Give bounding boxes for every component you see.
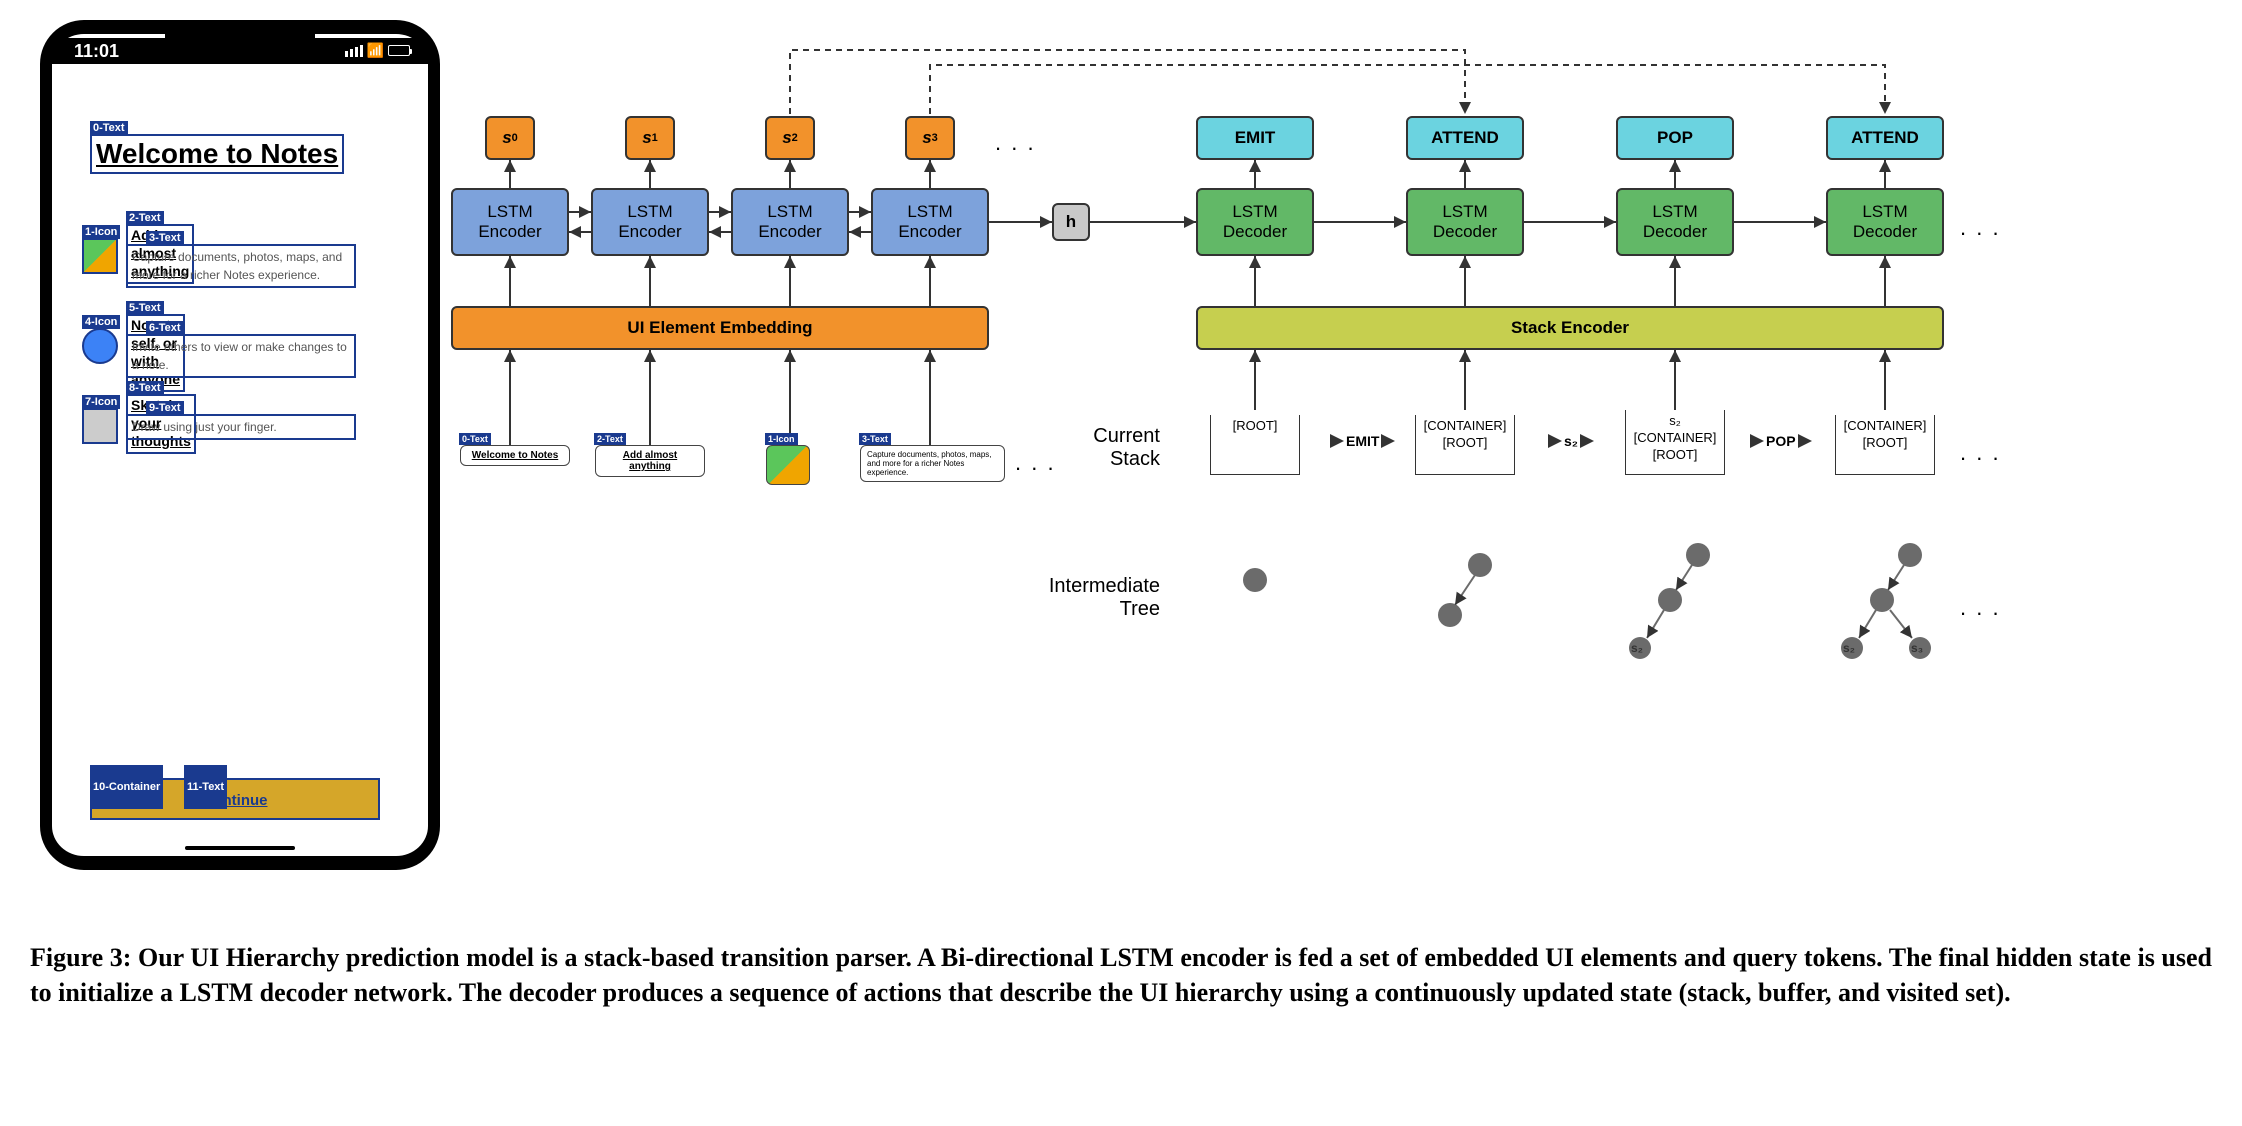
ellipsis: . . . xyxy=(995,130,1036,156)
decoder-action-1: ATTEND xyxy=(1406,116,1524,160)
stack-0: [ROOT] xyxy=(1210,415,1300,475)
annotation-tag: 2-Text xyxy=(126,211,164,225)
phone-content: 0-Text Welcome to Notes 1-Icon 2-Text Ad… xyxy=(52,74,428,856)
annotation-tag: 6-Text xyxy=(146,321,184,335)
hidden-state-h: h xyxy=(1052,203,1090,241)
s-token-1: s1 xyxy=(625,116,675,160)
signal-icon xyxy=(345,45,363,57)
figure-container: 11:01 📶 0-Text Welcome to Notes 1-Icon xyxy=(20,20,2222,920)
annotation-tag: 0-Text xyxy=(90,121,128,135)
stack-3: [ROOT] [CONTAINER] xyxy=(1835,415,1935,475)
annotation-tag: 9-Text xyxy=(146,401,184,415)
stack-transition-0: EMIT xyxy=(1330,433,1395,449)
annotation-tag: 11-Text xyxy=(184,765,227,809)
status-time: 11:01 xyxy=(74,41,119,62)
s-token-3: s3 xyxy=(905,116,955,160)
s-token-2: s2 xyxy=(765,116,815,160)
ui-element-embedding: UI Element Embedding xyxy=(451,306,989,350)
svg-text:s₃: s₃ xyxy=(1911,641,1923,655)
stack-2: [ROOT] [CONTAINER] s₂ xyxy=(1625,410,1725,475)
diagram-arrows: s₂ s₂ s₃ xyxy=(440,20,2222,920)
stack-1: [ROOT] [CONTAINER] xyxy=(1415,415,1515,475)
wifi-icon: 📶 xyxy=(367,42,384,59)
status-right-icons: 📶 xyxy=(345,42,410,59)
encoder-input-2: 1-Icon xyxy=(766,445,810,485)
lstm-encoder-1: LSTM Encoder xyxy=(591,188,709,256)
svg-text:s₂: s₂ xyxy=(1631,641,1643,655)
lstm-encoder-2: LSTM Encoder xyxy=(731,188,849,256)
lstm-decoder-3: LSTM Decoder xyxy=(1826,188,1944,256)
phone-title: Welcome to Notes xyxy=(96,138,338,169)
lstm-decoder-1: LSTM Decoder xyxy=(1406,188,1524,256)
annotation-tag: 0-Text xyxy=(459,433,491,445)
label-intermediate-tree: Intermediate Tree xyxy=(1010,575,1160,621)
encoder-input-3: 3-Text Capture documents, photos, maps, … xyxy=(860,445,1005,482)
ellipsis: . . . xyxy=(1960,440,2001,466)
annotation-icon-2: 4-Icon xyxy=(82,328,118,364)
lstm-decoder-0: LSTM Decoder xyxy=(1196,188,1314,256)
ellipsis: . . . xyxy=(1960,215,2001,241)
ellipsis: . . . xyxy=(1960,595,2001,621)
encoder-input-1: 2-Text Add almost anything xyxy=(595,445,705,477)
s-token-0: s0 xyxy=(485,116,535,160)
encoder-input-0: 0-Text Welcome to Notes xyxy=(460,445,570,466)
architecture-diagram: s₂ s₂ s₃ s0 s1 s2 s3 xyxy=(440,20,2222,920)
decoder-action-0: EMIT xyxy=(1196,116,1314,160)
annotation-tag: 5-Text xyxy=(126,301,164,315)
annotation-icon-1: 1-Icon xyxy=(82,238,118,274)
stack-transition-1: s₂ xyxy=(1548,433,1594,449)
annotation-tag: 2-Text xyxy=(594,433,626,445)
lstm-encoder-0: LSTM Encoder xyxy=(451,188,569,256)
label-current-stack: Current Stack xyxy=(1030,425,1160,471)
lstm-decoder-2: LSTM Decoder xyxy=(1616,188,1734,256)
lstm-encoder-3: LSTM Encoder xyxy=(871,188,989,256)
annotation-title: 0-Text Welcome to Notes xyxy=(90,134,344,174)
phone-column: 11:01 📶 0-Text Welcome to Notes 1-Icon xyxy=(20,20,440,920)
annotation-tag: 3-Text xyxy=(859,433,891,445)
annotation-body-2: 6-Text Invite others to view or make cha… xyxy=(126,334,356,378)
item-body-text: Invite others to view or make changes to… xyxy=(132,340,347,372)
annotation-body-3: 9-Text Draw using just your finger. xyxy=(126,414,356,440)
stack-transition-2: POP xyxy=(1750,433,1812,449)
annotation-tag: 1-Icon xyxy=(82,225,120,239)
annotation-tag: 7-Icon xyxy=(82,395,120,409)
annotation-icon-3: 7-Icon xyxy=(82,408,118,444)
annotation-container-continue: 10-Container 11-Text Continue xyxy=(90,778,380,820)
home-indicator xyxy=(185,846,295,850)
annotation-tag: 8-Text xyxy=(126,381,164,395)
item-body-text: Draw using just your finger. xyxy=(132,420,277,434)
figure-caption: Figure 3: Our UI Hierarchy prediction mo… xyxy=(20,940,2222,1010)
phone-mockup: 11:01 📶 0-Text Welcome to Notes 1-Icon xyxy=(40,20,440,870)
svg-text:s₂: s₂ xyxy=(1843,641,1855,655)
annotation-tag: 3-Text xyxy=(146,231,184,245)
stack-encoder: Stack Encoder xyxy=(1196,306,1944,350)
battery-icon xyxy=(388,45,410,56)
annotation-tag: 1-Icon xyxy=(765,433,798,445)
annotation-tag: 4-Icon xyxy=(82,315,120,329)
decoder-action-3: ATTEND xyxy=(1826,116,1944,160)
item-body-text: Capture documents, photos, maps, and mor… xyxy=(132,250,342,282)
annotation-body-1: 3-Text Capture documents, photos, maps, … xyxy=(126,244,356,288)
phone-notch xyxy=(165,30,315,56)
annotation-tag: 10-Container xyxy=(90,765,163,809)
decoder-action-2: POP xyxy=(1616,116,1734,160)
architecture-column: s₂ s₂ s₃ s0 s1 s2 s3 xyxy=(440,20,2222,920)
